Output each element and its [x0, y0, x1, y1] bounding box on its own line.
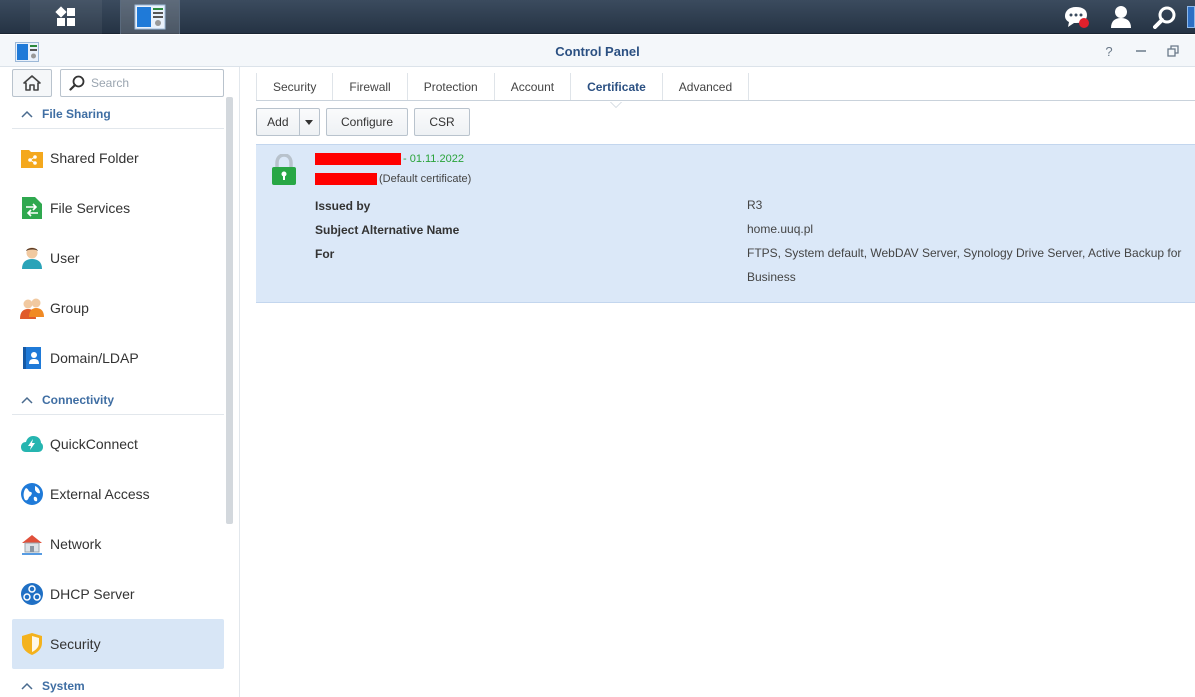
lock-icon [271, 153, 297, 189]
home-button[interactable] [12, 69, 52, 97]
sidebar-item-label: External Access [50, 486, 150, 502]
detail-value: R3 [747, 198, 763, 212]
detail-key: Issued by [315, 199, 371, 213]
main-content: Security Firewall Protection Account Cer… [241, 67, 1195, 697]
certificate-name-line: - 01.11.2022 [315, 153, 464, 165]
section-label: System [42, 679, 85, 693]
external-access-icon [19, 481, 45, 507]
restore-button[interactable] [1165, 43, 1181, 59]
detail-key: Subject Alternative Name [315, 223, 460, 237]
sidebar-item-domain-ldap[interactable]: Domain/LDAP [12, 333, 224, 383]
certificate-domain-line: (Default certificate) [315, 173, 471, 185]
section-label: Connectivity [42, 392, 115, 407]
window-titlebar: Control Panel ? [0, 35, 1195, 67]
certificate-entry[interactable]: - 01.11.2022 (Default certificate) Issue… [256, 144, 1195, 303]
restore-icon [1167, 45, 1179, 57]
sidebar-item-security[interactable]: Security [12, 619, 224, 669]
sidebar-item-user[interactable]: User [12, 233, 224, 283]
tab-advanced[interactable]: Advanced [663, 73, 750, 101]
section-file-sharing[interactable]: File Sharing [12, 99, 224, 129]
default-certificate-note: (Default certificate) [379, 173, 472, 185]
user-menu-button[interactable] [1099, 0, 1143, 34]
sidebar-item-shared-folder[interactable]: Shared Folder [12, 133, 224, 183]
home-icon [23, 75, 41, 91]
chat-bubble-icon [1065, 7, 1089, 28]
sidebar-item-group[interactable]: Group [12, 283, 224, 333]
taskbar-control-panel-button[interactable] [120, 0, 180, 34]
caret-down-icon [305, 119, 314, 125]
taskbar-tray [1055, 0, 1195, 34]
chevron-up-icon [12, 110, 42, 118]
section-connectivity[interactable]: Connectivity [12, 385, 224, 415]
shared-folder-icon [19, 145, 45, 171]
add-button[interactable]: Add [257, 109, 300, 135]
notifications-button[interactable] [1055, 0, 1099, 34]
redacted-domain [315, 173, 377, 185]
main-menu-button[interactable] [30, 0, 102, 34]
sidebar-item-external-access[interactable]: External Access [12, 469, 224, 519]
sidebar-item-network[interactable]: Network [12, 519, 224, 569]
domain-ldap-icon [19, 345, 45, 371]
tab-bar: Security Firewall Protection Account Cer… [256, 67, 750, 101]
sidebar-item-label: QuickConnect [50, 436, 138, 452]
expiry-date: - 01.11.2022 [403, 153, 464, 165]
certificate-details: Issued by R3 Subject Alternative Name ho… [315, 198, 1185, 284]
main-menu-icon [55, 6, 75, 26]
sidebar-item-label: Group [50, 300, 89, 316]
csr-button[interactable]: CSR [414, 108, 470, 136]
minimize-icon [1136, 50, 1146, 52]
detail-value: FTPS, System default, WebDAV Server, Syn… [747, 246, 1182, 284]
sidebar-item-label: Domain/LDAP [50, 350, 139, 366]
sidebar-item-label: File Services [50, 200, 131, 216]
search-icon [69, 75, 85, 91]
tab-account[interactable]: Account [495, 73, 572, 101]
tab-security[interactable]: Security [256, 73, 334, 101]
search-icon [1153, 6, 1176, 29]
control-panel-icon [134, 4, 166, 30]
sidebar-item-label: Shared Folder [50, 150, 139, 166]
security-shield-icon [19, 631, 45, 657]
section-label: File Sharing [42, 106, 111, 121]
sidebar-item-quickconnect[interactable]: QuickConnect [12, 419, 224, 469]
dhcp-server-icon [19, 581, 45, 607]
user-icon [19, 245, 45, 271]
detail-key: For [315, 247, 335, 261]
chevron-up-icon [12, 396, 42, 404]
group-icon [19, 295, 45, 321]
network-icon [19, 531, 45, 557]
sidebar-item-label: DHCP Server [50, 586, 135, 602]
sidebar-item-file-services[interactable]: File Services [12, 183, 224, 233]
minimize-button[interactable] [1133, 43, 1149, 59]
window-title: Control Panel [555, 44, 640, 59]
sidebar: File Sharing Shared Folder File Services… [0, 67, 240, 697]
configure-button[interactable]: Configure [326, 108, 408, 136]
sidebar-search [60, 69, 224, 97]
section-system[interactable]: System [12, 671, 224, 697]
tab-divider [256, 100, 1195, 101]
global-search-button[interactable] [1143, 0, 1187, 34]
tab-certificate[interactable]: Certificate [571, 73, 663, 101]
detail-row-for: For FTPS, System default, WebDAV Server,… [315, 246, 1185, 284]
file-services-icon [19, 195, 45, 221]
desktop-edge-widget[interactable] [1187, 6, 1195, 28]
person-icon [1111, 6, 1131, 28]
add-split-button: Add [256, 108, 320, 136]
question-mark-icon: ? [1105, 43, 1113, 59]
help-button[interactable]: ? [1101, 43, 1117, 59]
sidebar-item-label: Network [50, 536, 102, 552]
redacted-certificate-name [315, 153, 401, 165]
tab-firewall[interactable]: Firewall [333, 73, 408, 101]
sidebar-scrollbar[interactable] [226, 97, 233, 524]
sidebar-item-label: User [50, 250, 80, 266]
quickconnect-icon [19, 431, 45, 457]
tab-protection[interactable]: Protection [408, 73, 495, 101]
detail-value: home.uuq.pl [747, 222, 814, 236]
search-input[interactable] [91, 76, 211, 90]
chevron-up-icon [12, 682, 42, 690]
taskbar [0, 0, 1195, 34]
sidebar-item-label: Security [50, 636, 101, 652]
add-dropdown-button[interactable] [300, 109, 319, 135]
toolbar: Add Configure CSR [256, 108, 470, 136]
sidebar-item-dhcp-server[interactable]: DHCP Server [12, 569, 224, 619]
